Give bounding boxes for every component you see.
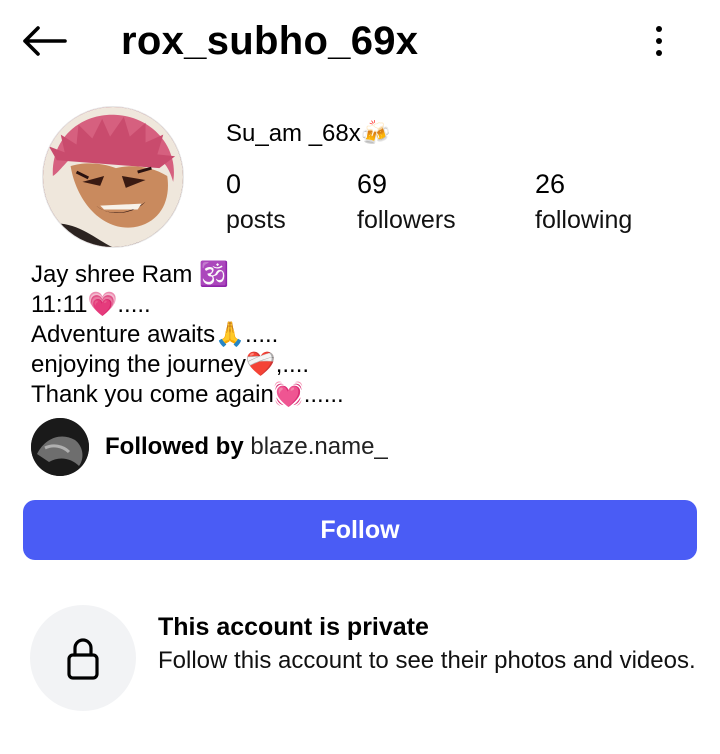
back-button[interactable] — [18, 20, 70, 62]
avatar-image — [43, 107, 183, 247]
more-dot — [656, 50, 662, 56]
stat-followers[interactable]: 69 followers — [357, 167, 456, 241]
more-options-button[interactable] — [640, 20, 678, 62]
stat-following[interactable]: 26 following — [535, 167, 632, 241]
followed-by-username[interactable]: blaze.name_ — [250, 433, 387, 460]
more-vertical-icon — [656, 26, 662, 32]
followed-by-text: Followed by blaze.name_ — [105, 432, 388, 462]
mutual-follower-avatar — [31, 418, 89, 476]
followers-label: followers — [357, 206, 456, 234]
profile-avatar[interactable] — [42, 106, 184, 248]
bio-line: Adventure awaits🙏..... — [31, 321, 279, 348]
follow-button[interactable]: Follow — [23, 500, 697, 560]
following-label: following — [535, 206, 633, 234]
following-count: 26 — [535, 169, 566, 199]
followed-by-prefix: Followed by — [105, 433, 244, 460]
bio-line: 11:11💗..... — [31, 291, 151, 318]
private-account-title: This account is private — [158, 613, 429, 641]
mutual-avatar-image — [31, 418, 89, 476]
private-lock-badge — [30, 605, 136, 711]
private-account-description: Follow this account to see their photos … — [158, 647, 696, 674]
profile-bio: Jay shree Ram 🕉️ 11:11💗..... Adventure a… — [31, 260, 691, 410]
followed-by-row[interactable]: Followed by blaze.name_ — [31, 418, 691, 476]
posts-label: posts — [226, 206, 286, 234]
posts-count: 0 — [226, 169, 242, 199]
display-name: Su_am _68x🍻 — [226, 120, 391, 147]
profile-page: rox_subho_69x Su_am _68x🍻 0 posts 69 fol… — [0, 0, 720, 754]
followers-count: 69 — [357, 169, 388, 199]
bio-line: Jay shree Ram 🕉️ — [31, 261, 229, 288]
stat-posts[interactable]: 0 posts — [226, 167, 286, 241]
bio-line: enjoying the journey❤️‍🩹,.... — [31, 351, 310, 378]
bio-line: Thank you come again💓...... — [31, 381, 344, 408]
arrow-left-icon — [23, 26, 67, 56]
profile-username: rox_subho_69x — [121, 19, 419, 63]
top-bar: rox_subho_69x — [0, 0, 720, 84]
more-dot — [656, 38, 662, 44]
lock-icon — [67, 638, 99, 680]
